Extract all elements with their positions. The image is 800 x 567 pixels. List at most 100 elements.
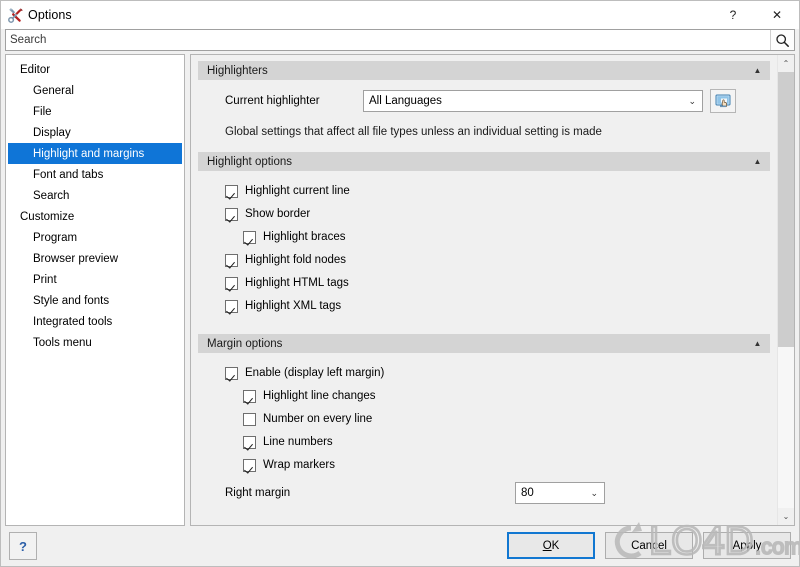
sidebar-item-browser-preview[interactable]: Browser preview (6, 248, 184, 269)
checkbox-label: Show border (245, 208, 311, 220)
checkbox-checked-icon[interactable] (225, 366, 238, 380)
checkbox-label: Number on every line (263, 413, 373, 425)
search-icon[interactable] (770, 30, 794, 50)
sidebar-item-search[interactable]: Search (6, 185, 184, 206)
scrollbar-thumb[interactable] (778, 72, 794, 347)
sidebar-item-general[interactable]: General (6, 80, 184, 101)
sidebar-item-label: Integrated tools (33, 315, 113, 328)
group-body-margin-options: Enable (display left margin) Highlight li… (191, 362, 777, 476)
checkbox-checked-icon[interactable] (225, 207, 238, 221)
checkbox-row-show-border[interactable]: Show border (198, 203, 770, 225)
checkbox-label: Highlight XML tags (245, 300, 342, 312)
chevron-up-icon[interactable]: ▲ (749, 62, 766, 78)
help-titlebar-button[interactable]: ? (711, 1, 755, 29)
sidebar-item-display[interactable]: Display (6, 122, 184, 143)
sidebar-item-customize[interactable]: Customize (6, 206, 184, 227)
checkbox-checked-icon[interactable] (243, 230, 256, 244)
search-bar[interactable] (5, 29, 795, 51)
sidebar-item-file[interactable]: File (6, 101, 184, 122)
right-margin-value: 80 (521, 487, 534, 499)
sidebar-item-label: Display (33, 126, 71, 139)
group-body-highlighters: Current highlighter All Languages ⌄ Glob… (191, 88, 777, 138)
checkbox-row-highlight-line-changes[interactable]: Highlight line changes (198, 385, 770, 407)
close-icon[interactable]: ✕ (755, 1, 799, 29)
checkbox-row-highlight-braces[interactable]: Highlight braces (198, 226, 770, 248)
sidebar-item-label: Customize (20, 210, 75, 223)
checkbox-checked-icon[interactable] (225, 276, 238, 290)
sidebar-item-label: Print (33, 273, 57, 286)
sidebar-item-font-and-tabs[interactable]: Font and tabs (6, 164, 184, 185)
ok-button[interactable]: OK (507, 532, 595, 559)
checkbox-checked-icon[interactable] (225, 184, 238, 198)
ok-mnemonic: O (542, 539, 552, 552)
checkbox-label: Enable (display left margin) (245, 367, 385, 379)
sidebar-item-program[interactable]: Program (6, 227, 184, 248)
checkbox-label: Highlight line changes (263, 390, 376, 402)
group-title-highlight-options: Highlight options (207, 155, 293, 168)
settings-panel-scroll-content: Highlighters ▲ Current highlighter All L… (191, 55, 777, 525)
chevron-down-icon: ⌄ (688, 95, 696, 106)
footer-buttons: OK Cancel Apply (507, 532, 791, 559)
sidebar-item-print[interactable]: Print (6, 269, 184, 290)
checkbox-row-highlight-fold-nodes[interactable]: Highlight fold nodes (198, 249, 770, 271)
sidebar-item-editor[interactable]: Editor (6, 59, 184, 80)
group-header-highlight-options[interactable]: Highlight options ▲ (198, 152, 770, 171)
checkbox-label: Highlight HTML tags (245, 277, 349, 289)
scrollbar-track[interactable] (778, 72, 794, 508)
checkbox-label: Highlight braces (263, 231, 346, 243)
checkbox-row-wrap-markers[interactable]: Wrap markers (198, 454, 770, 476)
current-highlighter-value: All Languages (369, 95, 442, 107)
sidebar-item-tools-menu[interactable]: Tools menu (6, 332, 184, 353)
sidebar-item-label: Editor (20, 63, 51, 76)
scroll-up-button[interactable]: ⌃ (778, 55, 794, 72)
checkbox-label: Line numbers (263, 436, 333, 448)
checkbox-row-highlight-current-line[interactable]: Highlight current line (198, 180, 770, 202)
scroll-down-button[interactable]: ⌄ (778, 508, 794, 525)
settings-category-tree[interactable]: Editor General File Display Highlight and ma… (5, 54, 185, 526)
right-margin-select[interactable]: 80 ⌄ (515, 482, 605, 504)
sidebar-item-integrated-tools[interactable]: Integrated tools (6, 311, 184, 332)
sidebar-item-style-and-fonts[interactable]: Style and fonts (6, 290, 184, 311)
window-controls: ? ✕ (711, 1, 799, 29)
checkbox-row-highlight-xml-tags[interactable]: Highlight XML tags (198, 295, 770, 317)
panel-vertical-scrollbar[interactable]: ⌃ ⌄ (777, 55, 794, 525)
checkbox-row-line-numbers[interactable]: Line numbers (198, 431, 770, 453)
highlighters-note: Global settings that affect all file typ… (225, 126, 602, 138)
apply-button[interactable]: Apply (703, 532, 791, 559)
sidebar-item-label: Style and fonts (33, 294, 110, 307)
settings-panel: Highlighters ▲ Current highlighter All L… (190, 54, 795, 526)
sidebar-item-label: Search (33, 189, 70, 202)
sidebar-item-label: File (33, 105, 52, 118)
dialog-body: Editor General File Display Highlight and ma… (1, 54, 799, 526)
chevron-up-icon[interactable]: ▲ (749, 335, 766, 351)
right-margin-group: Right margin 80 ⌄ (191, 480, 777, 506)
checkbox-row-number-on-every-line[interactable]: Number on every line (198, 408, 770, 430)
group-header-highlighters[interactable]: Highlighters ▲ (198, 61, 770, 80)
chevron-up-icon[interactable]: ▲ (749, 153, 766, 169)
checkbox-checked-icon[interactable] (243, 389, 256, 403)
checkbox-checked-icon[interactable] (243, 435, 256, 449)
sidebar-item-label: Program (33, 231, 78, 244)
tools-wrench-screwdriver-icon (7, 6, 25, 24)
search-input[interactable] (6, 30, 770, 50)
cancel-button[interactable]: Cancel (605, 532, 693, 559)
checkbox-label: Highlight fold nodes (245, 254, 347, 266)
dialog-footer: ? OK Cancel Apply LO4D .com (1, 518, 799, 566)
sidebar-item-label: Font and tabs (33, 168, 104, 181)
group-title-highlighters: Highlighters (207, 64, 268, 77)
checkbox-row-enable-display-left-margin-[interactable]: Enable (display left margin) (198, 362, 770, 384)
sidebar-item-label: General (33, 84, 74, 97)
sidebar-item-label: Browser preview (33, 252, 118, 265)
help-button[interactable]: ? (9, 532, 37, 560)
monitor-hand-picker-icon[interactable] (710, 89, 736, 113)
group-header-margin-options[interactable]: Margin options ▲ (198, 334, 770, 353)
checkbox-checked-icon[interactable] (225, 253, 238, 267)
checkbox-unchecked-icon[interactable] (243, 412, 256, 426)
checkbox-label: Wrap markers (263, 459, 335, 471)
sidebar-item-highlight-and-margins[interactable]: Highlight and margins (8, 143, 182, 164)
checkbox-row-highlight-html-tags[interactable]: Highlight HTML tags (198, 272, 770, 294)
checkbox-checked-icon[interactable] (225, 299, 238, 313)
current-highlighter-select[interactable]: All Languages ⌄ (363, 90, 703, 112)
checkbox-checked-icon[interactable] (243, 458, 256, 472)
sidebar-item-label: Tools menu (33, 336, 92, 349)
